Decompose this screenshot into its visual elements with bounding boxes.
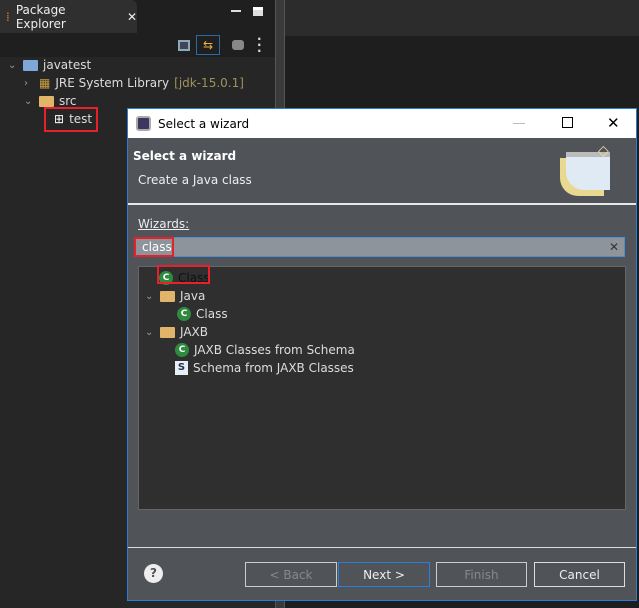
link-with-editor-icon[interactable]: ⇆	[196, 35, 220, 55]
wizard-item-jaxb-classes[interactable]: C JAXB Classes from Schema	[175, 341, 355, 359]
select-wizard-dialog: Select a wizard ✕ Select a wizard Create…	[127, 108, 637, 601]
view-menu-icon[interactable]: · · ·	[257, 33, 262, 57]
minimize-icon[interactable]	[231, 10, 241, 12]
sparkle-icon: ◇	[598, 143, 609, 159]
tree-item-jre[interactable]: › ▦ JRE System Library [jdk-15.0.1]	[24, 74, 244, 92]
chevron-right-icon[interactable]: ›	[24, 78, 34, 89]
collapse-all-icon[interactable]	[178, 40, 190, 51]
folder-icon	[160, 326, 175, 338]
finish-button[interactable]: Finish	[436, 562, 527, 587]
wizard-item-schema[interactable]: S Schema from JAXB Classes	[175, 359, 354, 377]
project-icon	[23, 59, 38, 71]
chevron-down-icon[interactable]: ⌄	[145, 291, 155, 302]
header-description: Create a Java class	[138, 173, 252, 187]
new-class-icon: C	[177, 307, 191, 321]
highlight-box	[157, 265, 210, 284]
chevron-down-icon[interactable]: ⌄	[8, 60, 18, 71]
help-icon[interactable]: ?	[144, 564, 163, 583]
filter-input[interactable]: class ✕	[134, 237, 625, 257]
maximize-icon[interactable]	[253, 7, 263, 16]
dialog-title-bar: Select a wizard ✕	[128, 109, 636, 138]
chevron-down-icon[interactable]: ⌄	[145, 327, 155, 338]
folder-icon	[160, 290, 175, 302]
minimize-button[interactable]	[513, 123, 525, 124]
wizard-tree: C Class ⌄ Java C Class ⌄ JAXB C JAXB Classes …	[138, 266, 626, 510]
library-icon: ▦	[39, 76, 51, 90]
tree-item-javatest[interactable]: ⌄ javatest	[8, 56, 91, 74]
wizard-category-jaxb[interactable]: ⌄ JAXB	[145, 323, 208, 341]
close-icon[interactable]: ✕	[127, 10, 137, 24]
wizard-item-java-class[interactable]: C Class	[177, 305, 228, 323]
back-button[interactable]: < Back	[245, 562, 337, 587]
chevron-down-icon[interactable]: ⌄	[24, 96, 34, 107]
editor-tab-bar	[285, 0, 639, 36]
highlight-box	[44, 107, 98, 132]
button-separator	[128, 547, 636, 548]
wizard-category-java[interactable]: ⌄ Java	[145, 287, 205, 305]
source-folder-icon	[39, 95, 54, 107]
dialog-header: Select a wizard Create a Java class ◇	[128, 138, 636, 205]
header-title: Select a wizard	[133, 149, 237, 163]
cancel-button[interactable]: Cancel	[534, 562, 625, 587]
clear-icon[interactable]: ✕	[609, 238, 619, 256]
eclipse-icon	[136, 116, 151, 131]
wizards-label: Wizards:	[138, 217, 190, 231]
filter-icon[interactable]	[232, 40, 244, 50]
highlight-box	[134, 237, 174, 257]
close-button[interactable]: ✕	[607, 114, 620, 132]
tab-package-explorer[interactable]: ⁞ Package Explorer ✕	[0, 0, 137, 33]
new-class-icon: C	[175, 343, 189, 357]
schema-icon: S	[175, 361, 188, 375]
next-button[interactable]: Next >	[338, 562, 430, 587]
maximize-button[interactable]	[562, 117, 573, 128]
package-explorer-icon: ⁞	[6, 9, 10, 24]
